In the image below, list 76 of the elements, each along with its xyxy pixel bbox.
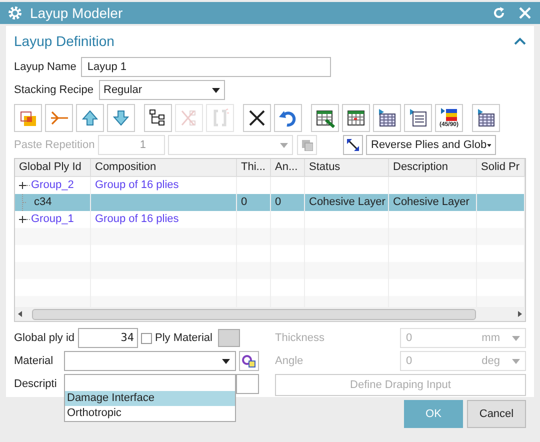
grid-icon [346, 108, 366, 128]
settings-icon [8, 6, 22, 20]
plus-icon [19, 216, 26, 223]
column-header[interactable]: Composition [91, 159, 237, 176]
copy-icon [301, 139, 313, 151]
field-label: Thickness [275, 330, 326, 346]
unit-field: 0 deg [400, 351, 526, 371]
toolbar-button[interactable] [373, 104, 401, 132]
dropdown-option[interactable]: Damage Interface [65, 391, 235, 406]
caret-icon [212, 88, 220, 92]
dropdown-option[interactable]: Orthotropic [65, 406, 235, 421]
field-label: Descripti [14, 376, 58, 392]
dropdown[interactable]: Reverse Plies and Glob [366, 135, 496, 155]
spin-field: 1 [98, 135, 165, 155]
caret-icon [280, 142, 288, 148]
checkbox-label: Ply Material [155, 330, 212, 346]
toolbar-button[interactable] [311, 104, 339, 132]
close-icon [518, 6, 532, 20]
caret-icon [512, 336, 520, 340]
down-arrow-icon [111, 108, 131, 128]
reset-button[interactable] [492, 6, 506, 20]
up-arrow-icon [80, 108, 100, 128]
spreadsheet-icon [315, 108, 335, 128]
chevron-up-icon [514, 37, 526, 45]
field-label: Layup Name [14, 60, 76, 75]
material-library-icon [242, 354, 256, 368]
color-swatch[interactable] [218, 329, 240, 347]
close-button[interactable] [518, 6, 532, 20]
reset-icon [492, 6, 506, 20]
number-field[interactable]: 34 [78, 328, 138, 348]
expand-toggle[interactable] [19, 182, 26, 189]
column-header[interactable]: Global Ply Id [15, 159, 91, 176]
toolbar-button[interactable] [342, 104, 370, 132]
text-field[interactable]: Layup 1 [81, 57, 332, 77]
caret-icon [222, 358, 230, 364]
table-cell-text: Group_2 [31, 178, 74, 193]
field-label: Global ply id [14, 330, 76, 346]
column-header[interactable]: Solid Pr [477, 159, 525, 176]
cancel-button[interactable]: Cancel [467, 400, 526, 428]
field-label: Stacking Recipe [14, 82, 94, 98]
list-icon [408, 108, 428, 128]
toolbar-button[interactable] [404, 104, 432, 132]
paste-button[interactable] [297, 135, 317, 155]
table-cell-text: Group_1 [31, 212, 74, 227]
checkbox[interactable] [141, 332, 152, 344]
toolbar-button[interactable] [243, 104, 271, 132]
layer-stack-icon [439, 107, 459, 122]
caret-icon [512, 358, 520, 364]
table-icon [476, 108, 496, 128]
table-row[interactable]: c34 0 0 Cohesive Layer Cohesive Layer [15, 194, 525, 211]
material-button[interactable] [239, 351, 259, 371]
dropdown[interactable]: Regular [98, 80, 224, 100]
field-label: Material [14, 354, 54, 369]
table-icon [377, 108, 397, 128]
caret-icon [486, 142, 491, 148]
column-header[interactable]: Description [389, 159, 477, 176]
expand-toggle[interactable] [19, 216, 26, 223]
toolbar-button[interactable] [472, 104, 500, 132]
horizontal-scrollbar[interactable] [15, 307, 525, 321]
x-icon [247, 108, 267, 128]
diagonal-arrows-icon [346, 138, 360, 152]
column-header[interactable]: Thi... [237, 159, 271, 176]
text-field[interactable] [236, 374, 259, 394]
plus-icon [19, 182, 26, 189]
table-cell-text: c34 [34, 195, 52, 210]
field-label: Angle [275, 354, 304, 369]
section-title: Layup Definition [14, 32, 116, 51]
toolbar-button[interactable] [144, 104, 172, 132]
unit-field: 0 mm [400, 328, 526, 348]
draping-button: Define Draping Input [275, 374, 526, 396]
collapse-button[interactable] [514, 36, 526, 46]
window-title: Layup Modeler [30, 4, 124, 23]
column-header[interactable]: An... [271, 159, 305, 176]
field-label: Paste Repetition [14, 138, 96, 153]
reverse-button[interactable] [343, 135, 363, 155]
column-header[interactable]: Status [305, 159, 389, 176]
